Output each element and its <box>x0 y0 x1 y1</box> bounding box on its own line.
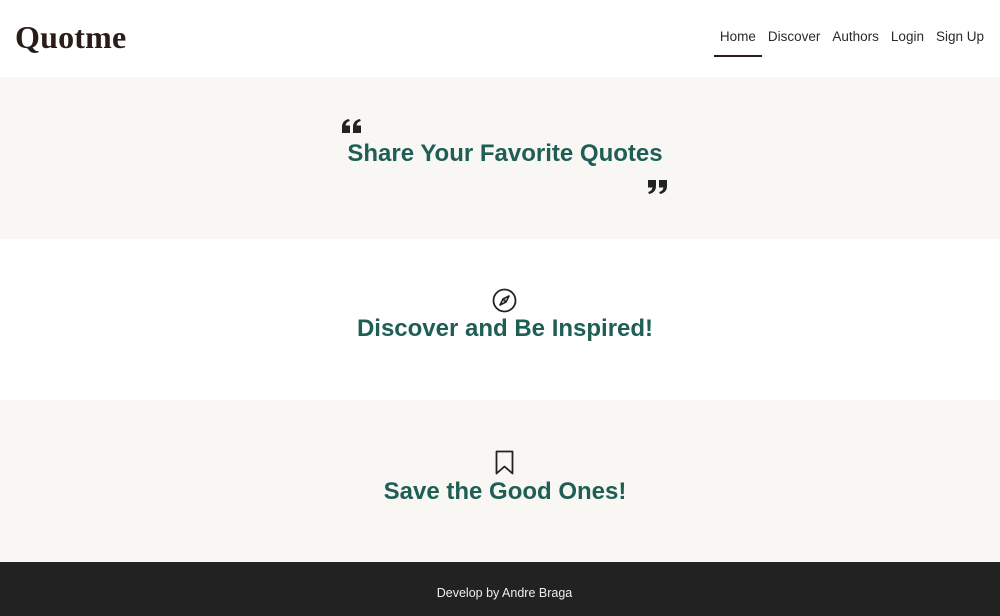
footer-credit: Develop by Andre Braga <box>436 586 573 600</box>
open-quote-icon <box>342 119 361 133</box>
close-quote-icon <box>648 180 667 194</box>
share-quotes-heading: Share Your Favorite Quotes <box>347 140 663 167</box>
nav-discover[interactable]: Discover <box>762 29 827 57</box>
navbar: Quotme Home Discover Authors Login Sign … <box>0 0 1000 77</box>
share-quotes-section: Share Your Favorite Quotes <box>0 77 1000 239</box>
footer: Develop by Andre Braga <box>0 562 1000 616</box>
brand-logo[interactable]: Quotme <box>15 19 126 56</box>
nav-login[interactable]: Login <box>885 29 930 57</box>
save-section: Save the Good Ones! <box>0 400 1000 562</box>
nav-home[interactable]: Home <box>713 29 762 57</box>
compass-icon <box>492 288 517 313</box>
discover-section: Discover and Be Inspired! <box>0 239 1000 401</box>
discover-heading: Discover and Be Inspired! <box>356 315 654 342</box>
main-nav: Home Discover Authors Login Sign Up <box>713 29 990 57</box>
nav-authors[interactable]: Authors <box>826 29 885 57</box>
save-heading: Save the Good Ones! <box>383 478 627 505</box>
bookmark-icon <box>495 450 514 475</box>
nav-signup[interactable]: Sign Up <box>930 29 990 57</box>
